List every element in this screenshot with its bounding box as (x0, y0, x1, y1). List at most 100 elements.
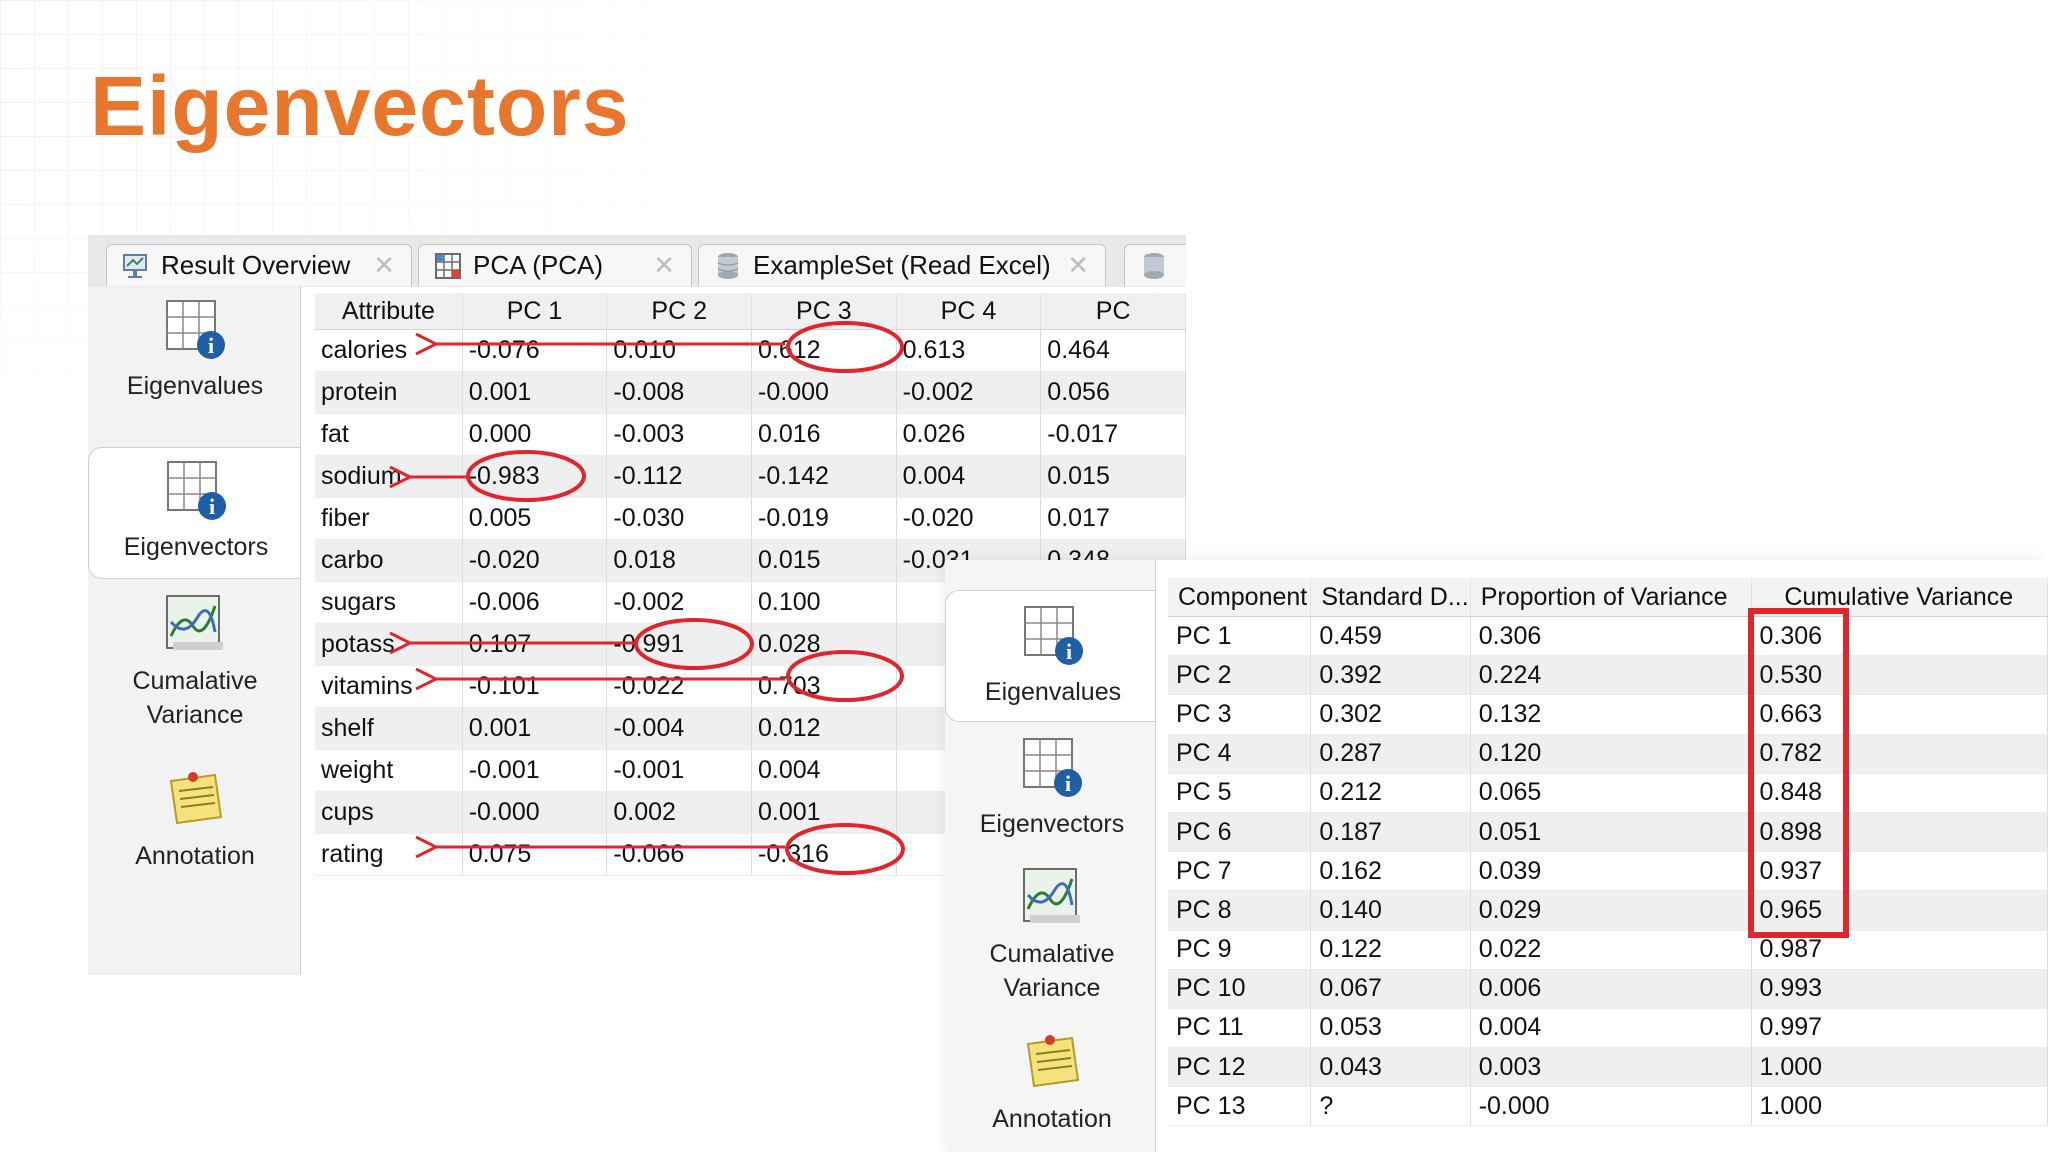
value-cell: 0.006 (1470, 969, 1752, 1009)
sidebar-item-cumulative-variance[interactable]: Cumalative Variance (945, 865, 1159, 1015)
tab-result-overview[interactable]: Result Overview ✕ (106, 244, 412, 286)
column-header[interactable]: PC 2 (606, 293, 753, 330)
table-row[interactable]: PC 7 0.162 0.039 0.937 (1168, 851, 2048, 892)
sidebar-item-eigenvectors[interactable]: i Eigenvectors (88, 447, 303, 579)
value-cell: 0.306 (1470, 616, 1752, 657)
table-row[interactable]: PC 3 0.302 0.132 0.663 (1168, 694, 2048, 735)
component-cell: PC 10 (1168, 969, 1312, 1009)
value-cell: -0.002 (896, 371, 1042, 414)
sidebar-item-cumulative-variance[interactable]: Cumalative Variance (88, 592, 302, 742)
sidebar-item-label: Annotation (992, 1105, 1112, 1133)
value-cell: 0.122 (1310, 930, 1471, 970)
sidebar-item-eigenvalues[interactable]: i Eigenvalues (88, 297, 302, 427)
table-row[interactable]: PC 9 0.122 0.022 0.987 (1168, 930, 2048, 970)
value-cell: 0.703 (751, 665, 897, 708)
sidebar-item-eigenvalues[interactable]: i Eigenvalues (945, 590, 1160, 722)
value-cell: 0.987 (1751, 930, 2048, 970)
table-row[interactable]: sodium -0.983 -0.112 -0.142 0.004 0.015 (315, 455, 1186, 498)
value-cell: 0.162 (1310, 851, 1471, 892)
table-row[interactable]: PC 12 0.043 0.003 1.000 (1168, 1047, 2048, 1088)
close-icon[interactable]: ✕ (1067, 250, 1089, 281)
table-row[interactable]: PC 5 0.212 0.065 0.848 (1168, 773, 2048, 813)
value-cell: 0.075 (462, 833, 608, 876)
tab-label: PCA (PCA) (473, 250, 604, 280)
component-cell: PC 12 (1168, 1047, 1312, 1088)
sidebar-item-eigenvectors[interactable]: i Eigenvectors (945, 735, 1159, 865)
attribute-cell: calories (315, 329, 463, 372)
component-cell: PC 1 (1168, 616, 1312, 657)
value-cell: 0.212 (1310, 773, 1471, 813)
column-header[interactable]: Attribute (315, 293, 463, 330)
column-header[interactable]: Standard D... (1310, 578, 1471, 617)
result-view-sidebar: i Eigenvalues i Eigenvectors Cumalative … (945, 560, 1160, 1152)
value-cell: 0.022 (1470, 930, 1752, 970)
value-cell: -0.017 (1040, 413, 1186, 456)
cumulative-variance-table[interactable]: Component Standard D... Proportion of Vari… (1168, 578, 2048, 1127)
table-row[interactable]: PC 11 0.053 0.004 0.997 (1168, 1008, 2048, 1049)
sidebar-item-label: Cumalative Variance (989, 940, 1115, 1002)
column-header[interactable]: Component (1168, 578, 1312, 617)
value-cell: 0.612 (751, 329, 897, 372)
table-info-icon: i (164, 458, 228, 522)
table-row[interactable]: PC 1 0.459 0.306 0.306 (1168, 616, 2048, 657)
table-row[interactable]: PC 13? -0.000 1.000 (1168, 1086, 2048, 1127)
tab-label: Result Overview (161, 250, 351, 280)
table-row[interactable]: calories -0.076 0.010 0.612 0.613 0.464 (315, 329, 1186, 372)
value-cell: 0.016 (751, 413, 897, 456)
value-cell: -0.022 (606, 665, 753, 708)
component-cell: PC 9 (1168, 930, 1312, 970)
value-cell: -0.316 (751, 833, 897, 876)
column-header[interactable]: PC 1 (462, 293, 608, 330)
value-cell: 0.028 (751, 623, 897, 666)
column-header[interactable]: Proportion of Variance (1470, 578, 1752, 617)
value-cell: 0.005 (462, 497, 608, 540)
table-row[interactable]: PC 6 0.187 0.051 0.898 (1168, 812, 2048, 853)
component-cell: PC 13 (1168, 1086, 1312, 1127)
note-icon (1020, 1030, 1084, 1094)
value-cell: 0.302 (1310, 694, 1471, 735)
value-cell: 0.782 (1751, 734, 2048, 774)
value-cell: -0.004 (606, 707, 753, 750)
column-header[interactable]: Cumulative Variance (1751, 578, 2048, 617)
column-header[interactable]: PC 4 (896, 293, 1042, 330)
value-cell: 0.613 (896, 329, 1042, 372)
value-cell: 0.051 (1470, 812, 1752, 853)
value-cell: 0.004 (896, 455, 1042, 498)
sidebar-item-label: Annotation (135, 842, 255, 870)
value-cell: -0.030 (606, 497, 753, 540)
component-cell: PC 6 (1168, 812, 1312, 853)
value-cell: -0.000 (1470, 1086, 1752, 1127)
value-cell: 0.001 (751, 791, 897, 834)
table-row[interactable]: PC 4 0.287 0.120 0.782 (1168, 734, 2048, 774)
sidebar-item-annotation[interactable]: Annotation (88, 767, 302, 887)
attribute-cell: rating (315, 833, 463, 876)
close-icon[interactable]: ✕ (653, 250, 675, 281)
table-row[interactable]: PC 10 0.067 0.006 0.993 (1168, 969, 2048, 1009)
column-header[interactable]: PC 3 (751, 293, 897, 330)
component-cell: PC 3 (1168, 694, 1312, 735)
value-cell: -0.112 (606, 455, 753, 498)
value-cell: ? (1310, 1086, 1471, 1127)
tab-exampleset[interactable]: ExampleSet (Read Excel) ✕ (698, 244, 1106, 286)
tab-more[interactable] (1124, 244, 1186, 286)
value-cell: 1.000 (1751, 1047, 2048, 1088)
database-icon (1139, 251, 1169, 281)
table-row[interactable]: PC 8 0.140 0.029 0.965 (1168, 890, 2048, 931)
sidebar-item-annotation[interactable]: Annotation (945, 1030, 1159, 1150)
attribute-cell: shelf (315, 707, 463, 750)
sidebar-item-label: Cumalative Variance (132, 667, 258, 729)
table-row[interactable]: fat 0.000 -0.003 0.016 0.026 -0.017 (315, 413, 1186, 456)
tab-pca[interactable]: PCA (PCA) ✕ (418, 244, 692, 286)
value-cell: 0.898 (1751, 812, 2048, 853)
table-row[interactable]: protein 0.001 -0.008 -0.000 -0.002 0.056 (315, 371, 1186, 414)
table-row[interactable]: PC 2 0.392 0.224 0.530 (1168, 655, 2048, 696)
value-cell: -0.001 (462, 749, 608, 792)
value-cell: 0.012 (751, 707, 897, 750)
column-header[interactable]: PC (1040, 293, 1186, 330)
value-cell: -0.019 (751, 497, 897, 540)
value-cell: -0.008 (606, 371, 753, 414)
value-cell: 0.965 (1751, 890, 2048, 931)
table-row[interactable]: fiber 0.005 -0.030 -0.019 -0.020 0.017 (315, 497, 1186, 540)
value-cell: -0.006 (462, 581, 608, 624)
close-icon[interactable]: ✕ (373, 250, 395, 281)
